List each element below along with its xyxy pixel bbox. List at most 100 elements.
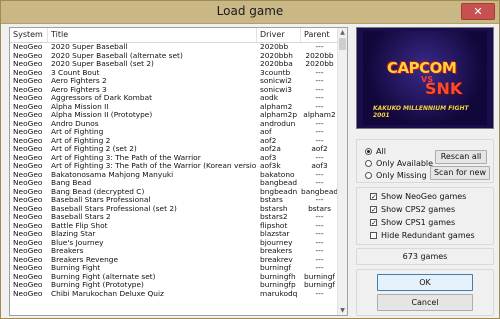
show-cps2-checkbox[interactable]: ✓ bbox=[370, 205, 377, 213]
show-neogeo-option[interactable]: ✓ Show NeoGeo games bbox=[370, 191, 466, 201]
column-header-title[interactable]: Title bbox=[48, 28, 257, 42]
table-row[interactable]: NeoGeo Burning Fight burningf --- bbox=[10, 264, 338, 273]
scroll-thumb[interactable] bbox=[339, 38, 346, 50]
row-title: Baseball Stars Professional bbox=[51, 196, 151, 204]
row-parent: --- bbox=[315, 136, 324, 145]
table-row[interactable]: NeoGeo Burning Fight (Prototype) burningfp… bbox=[10, 281, 338, 290]
table-row[interactable]: NeoGeo 3 Count Bout 3countb --- bbox=[10, 69, 338, 78]
table-row[interactable]: NeoGeo Aero Fighters 2 sonicwi2 --- bbox=[10, 77, 338, 86]
table-row[interactable]: NeoGeo Aggressors of Dark Kombat aodk --- bbox=[10, 94, 338, 103]
radio-all-label: All bbox=[376, 146, 386, 156]
row-parent: --- bbox=[315, 255, 324, 264]
table-row[interactable]: NeoGeo Andro Dunos androdun --- bbox=[10, 120, 338, 129]
table-row[interactable]: NeoGeo Art of Fighting 3: The Path of the… bbox=[10, 154, 338, 163]
table-row[interactable]: NeoGeo Baseball Stars Professional bstars -… bbox=[10, 196, 338, 205]
show-cps1-label: Show CPS1 games bbox=[381, 217, 456, 227]
column-header-system[interactable]: System bbox=[10, 28, 48, 42]
row-parent: --- bbox=[315, 85, 324, 94]
show-cps2-label: Show CPS2 games bbox=[381, 204, 456, 214]
vertical-scrollbar[interactable]: ▲ ▼ bbox=[337, 28, 347, 315]
row-title: Art of Fighting 3: The Path of the Warri… bbox=[51, 153, 201, 162]
show-neogeo-checkbox[interactable]: ✓ bbox=[370, 192, 377, 200]
scroll-down-arrow-icon[interactable]: ▼ bbox=[338, 306, 347, 315]
ok-button[interactable]: OK bbox=[377, 274, 473, 291]
table-row[interactable]: NeoGeo Baseball Stars Professional (set 2… bbox=[10, 205, 338, 214]
table-row[interactable]: NeoGeo Bakatonosama Mahjong Manyuki bakato… bbox=[10, 171, 338, 180]
show-cps2-option[interactable]: ✓ Show CPS2 games bbox=[370, 204, 455, 214]
table-row[interactable]: NeoGeo Art of Fighting 2 aof2 --- bbox=[10, 137, 338, 146]
row-driver: aof2 bbox=[260, 136, 277, 145]
radio-only-missing-indicator[interactable] bbox=[365, 171, 372, 179]
row-parent: --- bbox=[315, 221, 324, 230]
table-row[interactable]: NeoGeo Blue's Journey bjourney --- bbox=[10, 239, 338, 248]
row-title: Burning Fight (alternate set) bbox=[51, 272, 156, 281]
show-cps1-checkbox[interactable]: ✓ bbox=[370, 218, 377, 226]
row-parent: --- bbox=[315, 153, 324, 162]
row-driver: burningfp bbox=[260, 281, 296, 289]
row-parent: --- bbox=[315, 128, 324, 136]
row-parent: --- bbox=[315, 230, 324, 238]
table-row[interactable]: NeoGeo Alpha Mission II (Prototype) alpham… bbox=[10, 111, 338, 120]
list-header: System Title Driver Parent bbox=[10, 28, 347, 43]
row-system: NeoGeo bbox=[13, 68, 43, 77]
table-row[interactable]: NeoGeo Aero Fighters 3 sonicwi3 --- bbox=[10, 86, 338, 95]
hide-redundant-checkbox[interactable] bbox=[370, 231, 377, 239]
row-driver: bangbead bbox=[260, 179, 298, 187]
scroll-up-arrow-icon[interactable]: ▲ bbox=[338, 28, 347, 37]
row-driver: 3countb bbox=[260, 68, 291, 77]
table-row[interactable]: NeoGeo Alpha Mission II alpham2 --- bbox=[10, 103, 338, 112]
row-title: 2020 Super Baseball bbox=[51, 43, 128, 51]
row-title: Burning Fight bbox=[51, 264, 101, 272]
table-row[interactable]: NeoGeo Burning Fight (alternate set) burni… bbox=[10, 273, 338, 282]
radio-all[interactable]: All bbox=[365, 146, 386, 156]
column-header-driver[interactable]: Driver bbox=[257, 28, 301, 42]
row-system: NeoGeo bbox=[13, 145, 43, 153]
row-driver: bjourney bbox=[260, 238, 293, 247]
radio-all-indicator[interactable] bbox=[365, 147, 372, 155]
row-parent: --- bbox=[315, 213, 324, 221]
row-title: 3 Count Bout bbox=[51, 68, 100, 77]
table-row[interactable]: NeoGeo Baseball Stars 2 bstars2 --- bbox=[10, 213, 338, 222]
table-row[interactable]: NeoGeo Art of Fighting 2 (set 2) aof2a aof2 bbox=[10, 145, 338, 154]
row-parent: --- bbox=[315, 289, 324, 298]
close-button[interactable]: ✕ bbox=[461, 3, 495, 20]
table-row[interactable]: NeoGeo Chibi Marukochan Deluxe Quiz maruko… bbox=[10, 290, 338, 299]
game-list[interactable]: System Title Driver Parent NeoGeo 2020 Su… bbox=[9, 27, 348, 316]
row-system: NeoGeo bbox=[13, 230, 43, 238]
radio-only-missing[interactable]: Only Missing bbox=[365, 170, 427, 180]
column-header-parent[interactable]: Parent bbox=[301, 28, 338, 42]
row-title: Chibi Marukochan Deluxe Quiz bbox=[51, 289, 164, 298]
table-row[interactable]: NeoGeo Breakers breakers --- bbox=[10, 247, 338, 256]
row-system: NeoGeo bbox=[13, 289, 43, 298]
table-row[interactable]: NeoGeo Bang Bead (decrypted C) bngbeadn ban… bbox=[10, 188, 338, 197]
title-bar[interactable]: Load game ✕ bbox=[1, 1, 499, 24]
row-driver: aof bbox=[260, 128, 272, 136]
row-driver: 2020bbh bbox=[260, 51, 293, 60]
table-row[interactable]: NeoGeo 2020 Super Baseball (alternate set… bbox=[10, 52, 338, 61]
row-system: NeoGeo bbox=[13, 264, 43, 272]
radio-only-available[interactable]: Only Available bbox=[365, 158, 433, 168]
row-title: Battle Flip Shot bbox=[51, 221, 108, 230]
row-driver: aof2a bbox=[260, 145, 281, 153]
window-title: Load game bbox=[216, 4, 284, 18]
scan-for-new-button[interactable]: Scan for new bbox=[430, 166, 490, 180]
hide-redundant-option[interactable]: Hide Redundant games bbox=[370, 230, 475, 240]
game-preview: CAPCOM VS SNK KAKUKO MILLENNIUM FIGHT 20… bbox=[356, 27, 494, 129]
row-driver: flipshot bbox=[260, 221, 288, 230]
table-row[interactable]: NeoGeo Bang Bead bangbead --- bbox=[10, 179, 338, 188]
table-row[interactable]: NeoGeo 2020 Super Baseball (set 2) 2020bba… bbox=[10, 60, 338, 69]
rescan-all-button[interactable]: Rescan all bbox=[435, 150, 487, 164]
table-row[interactable]: NeoGeo Breakers Revenge breakrev --- bbox=[10, 256, 338, 265]
table-row[interactable]: NeoGeo Blazing Star blazstar --- bbox=[10, 230, 338, 239]
row-system: NeoGeo bbox=[13, 60, 43, 68]
table-row[interactable]: NeoGeo Art of Fighting 3: The Path of the… bbox=[10, 162, 338, 171]
table-row[interactable]: NeoGeo Battle Flip Shot flipshot --- bbox=[10, 222, 338, 231]
row-title: Aggressors of Dark Kombat bbox=[51, 94, 152, 102]
cancel-button[interactable]: Cancel bbox=[377, 294, 473, 311]
row-system: NeoGeo bbox=[13, 77, 43, 85]
filter-group: All Only Available Only Missing Rescan a… bbox=[356, 139, 494, 183]
radio-only-available-indicator[interactable] bbox=[365, 159, 372, 167]
show-cps1-option[interactable]: ✓ Show CPS1 games bbox=[370, 217, 455, 227]
table-row[interactable]: NeoGeo 2020 Super Baseball 2020bb --- bbox=[10, 43, 338, 52]
table-row[interactable]: NeoGeo Art of Fighting aof --- bbox=[10, 128, 338, 137]
